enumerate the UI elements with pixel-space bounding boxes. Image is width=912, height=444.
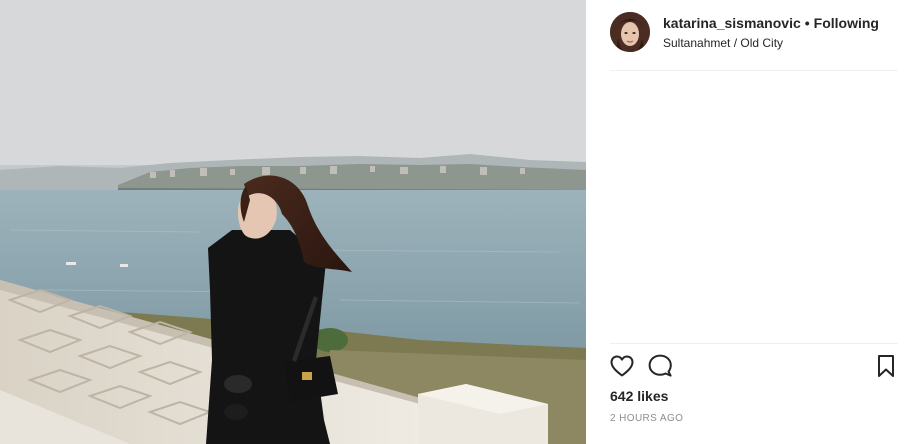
bookmark-outline-icon — [878, 355, 894, 377]
header-divider — [610, 70, 898, 71]
username-link[interactable]: katarina_sismanovic — [663, 15, 801, 31]
post-sidebar: katarina_sismanovic • Following Sultanahme… — [586, 0, 912, 444]
comment-bubble-icon — [648, 354, 672, 377]
post-timestamp[interactable]: 2 HOURS AGO — [610, 413, 683, 424]
separator-dot: • — [804, 15, 810, 31]
actions-divider — [610, 343, 898, 344]
post-header: katarina_sismanovic • Following Sultanahme… — [610, 10, 898, 70]
comment-button[interactable] — [646, 352, 674, 380]
action-bar — [610, 352, 898, 384]
location-link[interactable]: Sultanahmet / Old City — [663, 36, 783, 50]
save-button[interactable] — [872, 352, 900, 380]
avatar-portrait-icon — [610, 12, 650, 52]
post-photo[interactable] — [0, 0, 586, 444]
likes-count[interactable]: 642 likes — [610, 388, 668, 404]
like-button[interactable] — [608, 352, 636, 380]
photo-scene — [0, 0, 586, 444]
heart-outline-icon — [610, 355, 634, 377]
username-row: katarina_sismanovic • Following — [663, 15, 879, 31]
avatar[interactable] — [610, 12, 650, 52]
following-button[interactable]: Following — [814, 15, 879, 31]
instagram-post: katarina_sismanovic • Following Sultanahme… — [0, 0, 912, 444]
